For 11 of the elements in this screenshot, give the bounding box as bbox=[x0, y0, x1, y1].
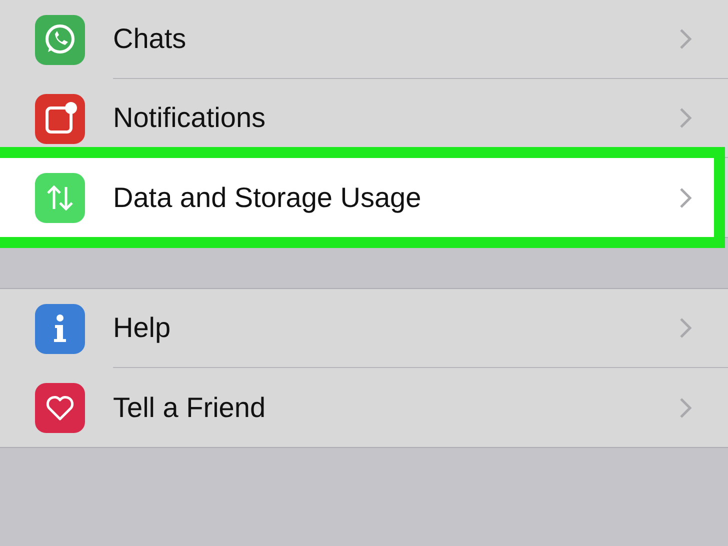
row-label: Notifications bbox=[113, 102, 266, 134]
chevron-icon bbox=[679, 317, 693, 339]
row-label: Chats bbox=[113, 23, 186, 55]
row-label: Help bbox=[113, 312, 171, 344]
settings-row[interactable]: Data and Storage Usage bbox=[0, 158, 714, 237]
row-label: Data and Storage Usage bbox=[113, 182, 422, 214]
chevron-icon bbox=[679, 396, 693, 418]
chevron-icon bbox=[679, 186, 693, 208]
chevron-icon bbox=[679, 28, 693, 50]
row-label: Tell a Friend bbox=[113, 392, 266, 424]
chevron-icon bbox=[679, 107, 693, 129]
